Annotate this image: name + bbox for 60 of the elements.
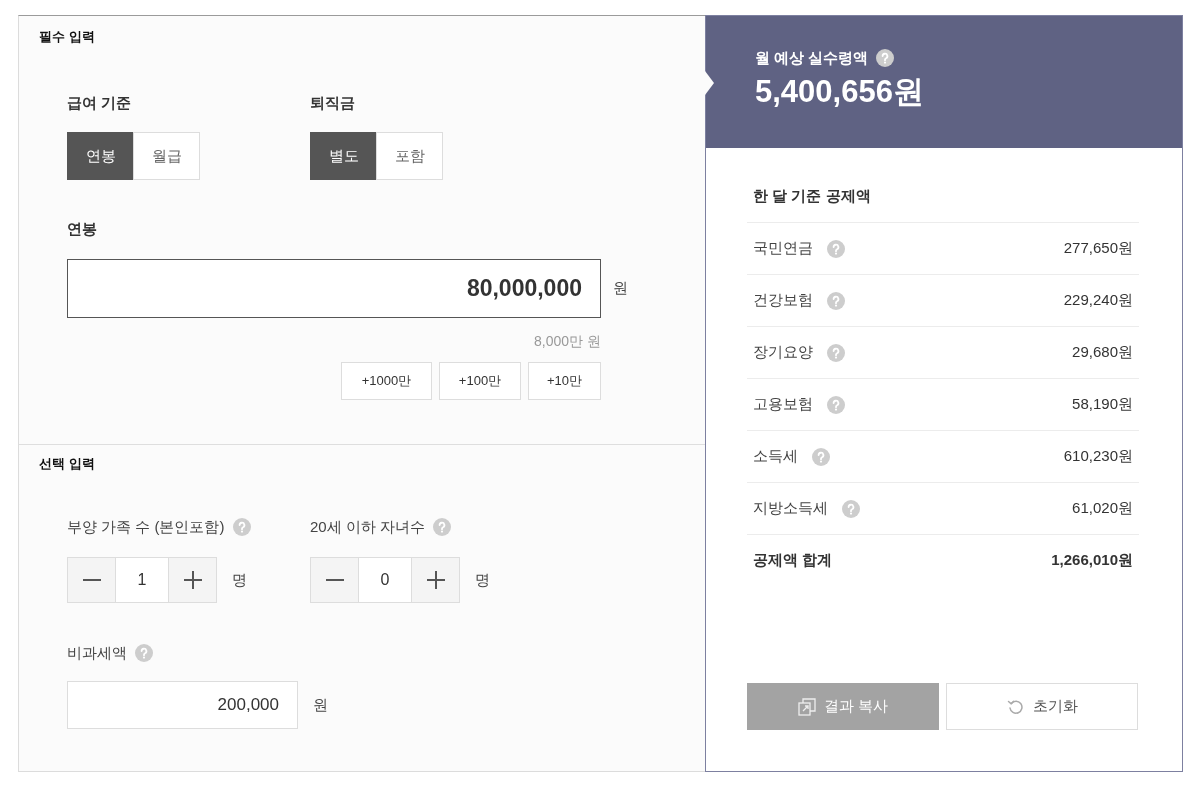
deduction-amount: 229,240원	[1063, 290, 1133, 311]
deduction-label: 지방소득세	[753, 498, 828, 519]
help-icon	[827, 343, 845, 362]
deduction-amount: 29,680원	[1072, 342, 1133, 363]
deductions-title: 한 달 기준 공제액	[753, 186, 871, 206]
unit-label: 명	[232, 569, 247, 590]
toggle-option[interactable]: 월급	[133, 132, 200, 180]
help-icon	[433, 518, 452, 536]
count-input[interactable]: 0	[358, 558, 412, 602]
count-input[interactable]: 1	[115, 558, 169, 602]
toggle-option[interactable]: 포함	[376, 132, 443, 180]
increase-button[interactable]	[412, 558, 459, 602]
unit-label: 원	[613, 278, 628, 299]
salary-input[interactable]: 80,000,000	[67, 259, 601, 318]
plus-icon	[183, 571, 202, 589]
reset-icon	[1006, 697, 1025, 716]
total-label: 공제액 합계	[753, 550, 833, 571]
help-icon	[842, 499, 860, 518]
plus-icon	[426, 571, 445, 589]
field-label: 연봉	[67, 219, 97, 239]
help-icon	[812, 447, 830, 466]
deduction-amount: 61,020원	[1072, 498, 1133, 519]
increase-button[interactable]	[169, 558, 216, 602]
deduction-amount: 610,230원	[1063, 446, 1133, 467]
quick-add-button[interactable]: +10만	[528, 362, 601, 400]
quick-add-button[interactable]: +100만	[439, 362, 521, 400]
minus-icon	[82, 579, 101, 581]
help-icon	[876, 49, 895, 67]
tax-free-input[interactable]: 200,000	[67, 681, 298, 729]
help-icon	[827, 239, 845, 258]
toggle-option[interactable]: 연봉	[67, 132, 134, 180]
amount-hint: 8,000만 원	[534, 332, 601, 351]
field-label: 퇴직금	[310, 93, 355, 113]
field-label: 부양 가족 수 (본인포함)	[67, 517, 225, 537]
section-title: 필수 입력	[39, 28, 95, 46]
help-icon	[135, 644, 153, 662]
unit-label: 명	[475, 569, 490, 590]
deduction-label: 장기요양	[753, 342, 813, 363]
minus-icon	[325, 579, 344, 581]
help-icon	[827, 395, 845, 414]
help-icon	[232, 518, 251, 536]
field-label: 급여 기준	[67, 93, 132, 113]
deduction-label: 국민연금	[753, 238, 813, 259]
copy-icon	[797, 697, 816, 716]
deduction-label: 고용보험	[753, 394, 813, 415]
deduction-amount: 58,190원	[1072, 394, 1133, 415]
toggle-option[interactable]: 별도	[310, 132, 377, 180]
quick-add-button[interactable]: +1000만	[341, 362, 432, 400]
help-icon	[827, 291, 845, 310]
result-title: 월 예상 실수령액	[755, 48, 869, 68]
deduction-amount: 277,650원	[1063, 238, 1133, 259]
field-label: 20세 이하 자녀수	[310, 517, 426, 537]
section-title: 선택 입력	[39, 455, 95, 473]
deduction-label: 건강보험	[753, 290, 813, 311]
field-label: 비과세액	[67, 643, 127, 663]
reset-button[interactable]: 초기화	[946, 683, 1138, 730]
unit-label: 원	[313, 694, 328, 715]
deduction-label: 소득세	[753, 446, 798, 467]
total-amount: 1,266,010원	[1051, 550, 1133, 571]
net-pay-amount: 5,400,656원	[755, 73, 924, 111]
